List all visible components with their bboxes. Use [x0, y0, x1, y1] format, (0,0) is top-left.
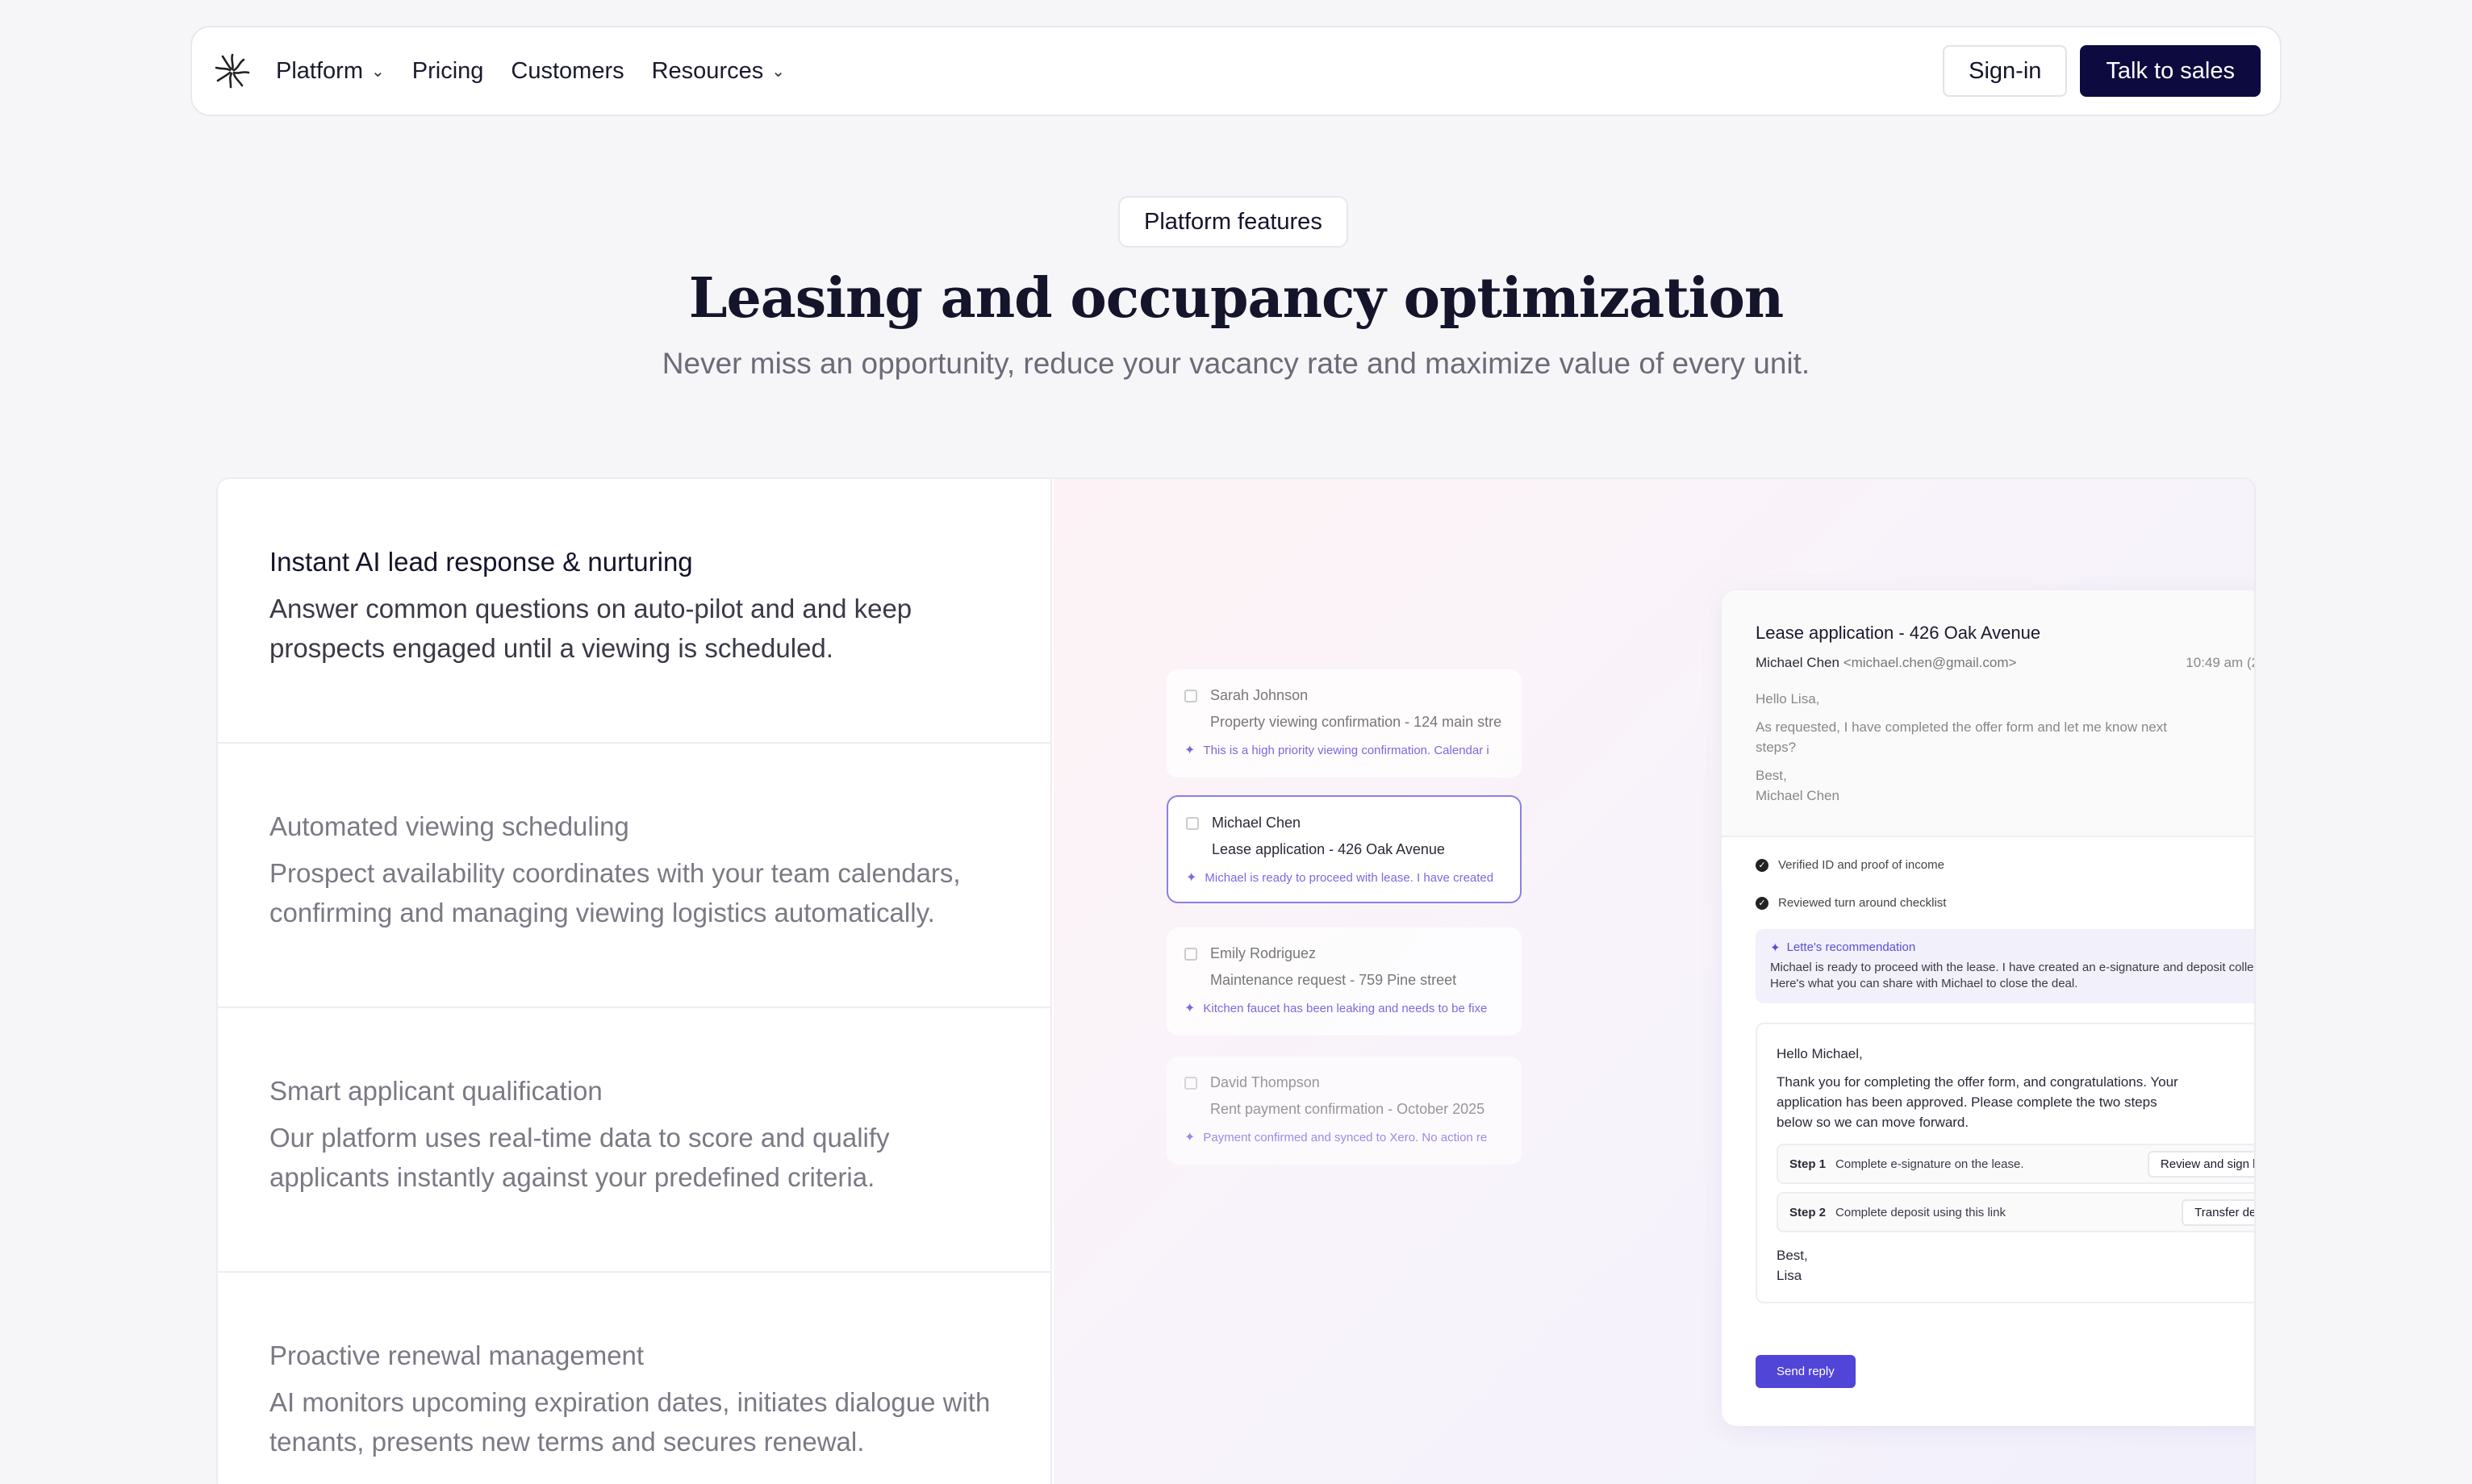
nav-resources-label: Resources [651, 57, 764, 84]
feature-description: AI monitors upcoming expiration dates, i… [269, 1387, 991, 1457]
email-body: As requested, I have completed the offer… [1756, 719, 2167, 755]
nav-customers-label: Customers [511, 57, 624, 84]
sparkle-icon: ✦ [1184, 1131, 1196, 1144]
email-timestamp: 10:49 am (2 hours ago) [2186, 655, 2254, 670]
check-circle-icon: ✓ [1756, 858, 1768, 872]
email-body-section: ✓ Verified ID and proof of income ✓ Review… [1722, 837, 2254, 1324]
feature-title: Automated viewing scheduling [269, 811, 629, 841]
sparkle-icon: ✦ [1184, 1002, 1196, 1015]
nav-pricing[interactable]: Pricing [412, 58, 484, 85]
inbox-sender: Sarah Johnson [1210, 687, 1309, 703]
feature-description: Answer common questions on auto-pilot an… [269, 594, 912, 663]
checkbox[interactable] [1184, 947, 1197, 961]
checklist-label: Reviewed turn around checklist [1778, 896, 1947, 910]
sparkle-icon: ✦ [1770, 941, 1781, 955]
email-title: Lease application - 426 Oak Avenue [1756, 623, 2041, 643]
features-panel: Instant AI lead response & nurturing Ans… [216, 477, 2256, 1484]
checkbox[interactable] [1186, 816, 1199, 830]
checklist-item: ✓ Verified ID and proof of income [1756, 858, 2254, 872]
inbox-subject: Maintenance request - 759 Pine street [1210, 972, 1457, 988]
sparkle-icon: ✦ [1184, 744, 1196, 757]
step-row: Step 2 Complete deposit using this link … [1777, 1192, 2254, 1232]
review-sign-lease-button[interactable]: Review and sign lease [2147, 1150, 2254, 1178]
check-circle-icon: ✓ [1756, 896, 1768, 910]
product-preview: Sarah Johnson Property viewing confirmat… [1054, 479, 2254, 1484]
chevron-down-icon: ⌄ [771, 62, 785, 81]
feature-item-renewal-management[interactable]: Proactive renewal management AI monitors… [218, 1273, 1052, 1484]
top-navbar: Platform ⌄ Pricing Customers Resources ⌄… [190, 26, 2282, 116]
feature-title: Proactive renewal management [269, 1340, 645, 1370]
email-message: Hello Lisa, As requested, I have complet… [1756, 689, 2254, 806]
reply-body: Thank you for completing the offer form,… [1777, 1074, 2178, 1130]
reply-signature: Lisa [1777, 1268, 1802, 1283]
inbox-item[interactable]: Emily Rodriguez Maintenance request - 75… [1167, 928, 1522, 1036]
ai-recommendation: ✦ Lette's recommendation Michael is ready… [1756, 929, 2254, 1003]
checklist-item: ✓ Reviewed turn around checklist [1756, 896, 2254, 910]
nav-customers[interactable]: Customers [511, 58, 624, 85]
inbox-ai-summary: Payment confirmed and synced to Xero. No… [1203, 1130, 1488, 1144]
send-reply-button[interactable]: Send reply [1756, 1355, 1856, 1388]
transfer-deposit-button[interactable]: Transfer deposit [2182, 1198, 2254, 1226]
inbox-ai-summary: Michael is ready to proceed with lease. … [1205, 870, 1494, 885]
nav-pricing-label: Pricing [411, 57, 484, 84]
inbox-item[interactable]: David Thompson Rent payment confirmation… [1167, 1057, 1522, 1165]
feature-description: Prospect availability coordinates with y… [269, 858, 961, 928]
email-signature: Michael Chen [1756, 788, 1839, 803]
inbox-item-selected[interactable]: Michael Chen Lease application - 426 Oak… [1167, 795, 1522, 903]
section-badge: Platform features [1118, 196, 1348, 248]
inbox-subject: Lease application - 426 Oak Avenue [1212, 841, 1445, 857]
brand-logo-icon[interactable] [211, 50, 253, 92]
reply-greeting: Hello Michael, [1777, 1046, 1863, 1061]
recommendation-title: Lette's recommendation [1786, 940, 1916, 954]
email-sender: Michael Chen [1756, 655, 1839, 670]
step-label: Step 2 [1789, 1205, 1827, 1219]
step-row: Step 1 Complete e-signature on the lease… [1777, 1144, 2254, 1184]
inbox-item[interactable]: Sarah Johnson Property viewing confirmat… [1167, 669, 1522, 777]
feature-title: Smart applicant qualification [269, 1076, 603, 1106]
inbox-sender: David Thompson [1210, 1074, 1320, 1090]
inbox-sender: Michael Chen [1212, 815, 1301, 831]
feature-title: Instant AI lead response & nurturing [269, 547, 693, 577]
nav-platform[interactable]: Platform ⌄ [276, 58, 385, 85]
email-greeting: Hello Lisa, [1756, 691, 1820, 707]
email-detail-card: Lease application - 426 Oak Avenue Micha… [1722, 590, 2254, 1426]
inbox-ai-summary: Kitchen faucet has been leaking and need… [1203, 1001, 1488, 1015]
feature-item-applicant-qualification[interactable]: Smart applicant qualification Our platfo… [218, 1008, 1052, 1273]
reply-draft[interactable]: Hello Michael, Thank you for completing … [1756, 1023, 2254, 1303]
feature-item-viewing-scheduling[interactable]: Automated viewing scheduling Prospect av… [218, 744, 1052, 1008]
recommendation-text: Michael is ready to proceed with the lea… [1770, 961, 2254, 990]
feature-item-ai-lead-response[interactable]: Instant AI lead response & nurturing Ans… [218, 479, 1052, 744]
sign-in-button[interactable]: Sign-in [1943, 45, 2068, 97]
feature-list: Instant AI lead response & nurturing Ans… [218, 479, 1052, 1484]
step-text: Complete deposit using this link [1835, 1205, 2006, 1219]
checklist-label: Verified ID and proof of income [1778, 858, 1944, 872]
email-header: Lease application - 426 Oak Avenue Micha… [1722, 590, 2254, 837]
page-subtitle: Never miss an opportunity, reduce your v… [662, 347, 1810, 380]
feature-description: Our platform uses real-time data to scor… [269, 1123, 890, 1192]
inbox-sender: Emily Rodriguez [1210, 945, 1317, 961]
inbox-subject: Property viewing confirmation - 124 main… [1210, 714, 1502, 730]
talk-to-sales-button[interactable]: Talk to sales [2080, 45, 2261, 97]
checkbox[interactable] [1184, 689, 1197, 702]
nav-platform-label: Platform [276, 57, 363, 84]
reply-signoff: Best, [1777, 1248, 1808, 1263]
inbox-ai-summary: This is a high priority viewing confirma… [1203, 743, 1489, 757]
email-sender-address: <michael.chen@gmail.com> [1843, 655, 2017, 670]
page-title: Leasing and occupancy optimization [688, 266, 1785, 331]
nav-resources[interactable]: Resources ⌄ [652, 58, 785, 85]
step-label: Step 1 [1789, 1157, 1827, 1171]
inbox-subject: Rent payment confirmation - October 2025 [1210, 1101, 1485, 1117]
checkbox[interactable] [1184, 1076, 1197, 1090]
chevron-down-icon: ⌄ [370, 62, 385, 81]
email-signoff: Best, [1756, 768, 1787, 783]
step-text: Complete e-signature on the lease. [1835, 1157, 2024, 1171]
sparkle-icon: ✦ [1186, 871, 1197, 885]
